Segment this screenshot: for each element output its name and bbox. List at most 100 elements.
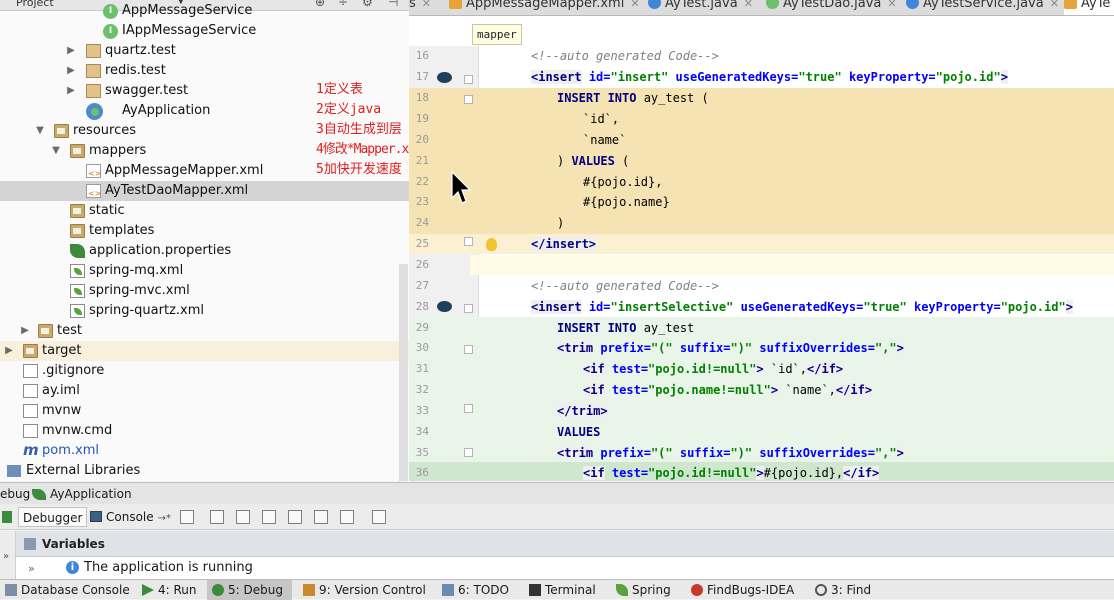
code-line[interactable]: <!--auto generated Code-->	[531, 279, 719, 293]
run-to-cursor-icon[interactable]	[340, 510, 354, 524]
code-line[interactable]: INSERT INTO ay_test	[557, 321, 694, 335]
mybatis-bean-icon[interactable]	[437, 301, 452, 312]
package-icon	[86, 44, 101, 58]
step-over-icon[interactable]	[210, 510, 224, 524]
tool-find[interactable]: 3: Find	[810, 580, 876, 600]
fold-marker-icon[interactable]	[464, 448, 473, 457]
package-icon	[86, 84, 101, 98]
debug-session-name[interactable]: AyApplication	[50, 483, 132, 505]
code-line[interactable]: <if test="pojo.id!=null">#{pojo.id},</if…	[583, 466, 880, 480]
rerun-icon[interactable]	[2, 511, 12, 523]
code-line[interactable]: <insert id="insertSelective" useGenerate…	[531, 300, 1073, 314]
tree-item-label: AppMessageService	[122, 3, 253, 18]
expand-arrow-icon[interactable]: ▶	[66, 41, 76, 61]
tree-item[interactable]: static	[0, 201, 409, 221]
tab-debugger[interactable]: Debugger	[18, 507, 88, 527]
tree-item[interactable]: External Libraries	[0, 461, 409, 481]
tree-item[interactable]: m pom.xml	[0, 441, 409, 461]
tab-console[interactable]: Console →*	[86, 507, 175, 527]
close-icon[interactable]: ✕	[887, 0, 896, 10]
tool-run[interactable]: 4: Run	[137, 580, 202, 600]
tab-label: s	[409, 0, 416, 11]
close-icon[interactable]: ✕	[1050, 0, 1059, 10]
tool-database-console[interactable]: Database Console	[0, 580, 135, 600]
tree-item[interactable]: ▶ quartz.test	[0, 41, 409, 61]
tree-item[interactable]: mvnw	[0, 401, 409, 421]
code-line[interactable]: #{pojo.name}	[583, 195, 670, 209]
fold-marker-icon[interactable]	[464, 237, 473, 246]
code-line[interactable]: </trim>	[557, 404, 608, 418]
expand-arrow-icon[interactable]: ▶	[20, 321, 30, 341]
expand-arrow-icon[interactable]: ▶	[66, 81, 76, 101]
tree-scrollbar[interactable]	[399, 264, 408, 481]
line-number: 28	[415, 300, 429, 313]
expand-arrow-icon[interactable]: ▶	[4, 341, 14, 361]
step-into-icon[interactable]	[236, 510, 250, 524]
breadcrumb[interactable]: mapper	[472, 24, 522, 45]
tree-item[interactable]: .gitignore	[0, 361, 409, 381]
step-out-icon[interactable]	[288, 510, 302, 524]
code-line[interactable]: #{pojo.id},	[583, 175, 662, 189]
tree-item[interactable]: ▶ test	[0, 321, 409, 341]
tab-aytest-java[interactable]: AyTest.java ✕	[648, 0, 753, 15]
collapse-arrow-icon[interactable]: ▼	[51, 141, 61, 161]
code-line[interactable]: <!--auto generated Code-->	[531, 49, 719, 63]
evaluate-expression-icon[interactable]	[372, 510, 386, 524]
lightbulb-icon[interactable]	[486, 238, 497, 251]
tree-item-selected[interactable]: AyTestDaoMapper.xml	[0, 181, 409, 204]
tree-item[interactable]: ▶ redis.test	[0, 61, 409, 81]
tree-item[interactable]: ay.iml	[0, 381, 409, 401]
collapse-arrow-icon[interactable]: ▼	[35, 121, 45, 141]
close-icon[interactable]: ✕	[422, 0, 431, 10]
tree-item[interactable]: templates	[0, 221, 409, 241]
fold-marker-icon[interactable]	[464, 304, 473, 313]
code-line[interactable]: `name`	[583, 133, 626, 147]
fold-marker-icon[interactable]	[464, 95, 473, 104]
code-line[interactable]: VALUES	[557, 425, 600, 439]
code-line[interactable]: ) VALUES (	[557, 154, 629, 168]
tab-aytestdao-java[interactable]: AyTestDao.java ✕	[766, 0, 897, 15]
tree-item[interactable]: spring-mvc.xml	[0, 281, 409, 301]
tab-aytestservice-java[interactable]: AyTestService.java ✕	[906, 0, 1059, 15]
tree-item[interactable]: spring-quartz.xml	[0, 301, 409, 321]
code-line[interactable]: <insert id="insert" useGeneratedKeys="tr…	[531, 70, 1008, 84]
tree-item[interactable]: mvnw.cmd	[0, 421, 409, 441]
code-line[interactable]: <if test="pojo.name!=null"> `name`,</if>	[583, 383, 873, 397]
expand-icon[interactable]: »	[3, 551, 9, 562]
show-execution-point-icon[interactable]	[180, 510, 194, 524]
mouse-pointer-icon	[451, 171, 471, 204]
code-line[interactable]: INSERT INTO ay_test (	[557, 91, 709, 105]
tab-appmessagemapper[interactable]: AppMessageMapper.xml ✕	[449, 0, 640, 15]
expand-arrow-icon[interactable]: ▶	[66, 61, 76, 81]
fold-marker-icon[interactable]	[464, 404, 473, 413]
tree-item[interactable]: I AppMessageService	[0, 1, 409, 21]
code-line[interactable]: <trim prefix="(" suffix=")" suffixOverri…	[557, 446, 904, 460]
code-line[interactable]: <trim prefix="(" suffix=")" suffixOverri…	[557, 341, 904, 355]
mybatis-bean-icon[interactable]	[437, 72, 452, 83]
tree-item[interactable]: application.properties	[0, 241, 409, 261]
expand-icon[interactable]: »	[28, 558, 35, 580]
force-step-into-icon[interactable]	[262, 510, 276, 524]
fold-marker-icon[interactable]	[464, 345, 473, 354]
line-number: 35	[415, 446, 429, 459]
tool-findbugs[interactable]: FindBugs-IDEA	[686, 580, 799, 600]
tab-active[interactable]: AyTe	[1064, 0, 1114, 15]
fold-marker-icon[interactable]	[464, 75, 473, 84]
code-line[interactable]: <if test="pojo.id!=null"> `id`,</if>	[583, 362, 844, 376]
tree-item[interactable]: spring-mq.xml	[0, 261, 409, 281]
code-line[interactable]: )	[557, 216, 564, 230]
tool-terminal[interactable]: Terminal	[524, 580, 601, 600]
tab-partial[interactable]: s ✕	[409, 0, 431, 15]
tool-spring[interactable]: Spring	[611, 580, 676, 600]
drop-frame-icon[interactable]	[314, 510, 328, 524]
tool-todo[interactable]: 6: TODO	[437, 580, 514, 600]
tool-version-control[interactable]: 9: Version Control	[298, 580, 431, 600]
tree-item[interactable]: I IAppMessageService	[0, 21, 409, 41]
close-icon[interactable]: ✕	[744, 0, 753, 10]
tool-debug[interactable]: 5: Debug	[207, 580, 292, 600]
code-line[interactable]: </insert>	[531, 237, 597, 251]
code-line[interactable]: `id`,	[583, 112, 619, 126]
spring-boot-icon	[32, 489, 46, 500]
close-icon[interactable]: ✕	[630, 0, 639, 10]
tree-item[interactable]: ▶ target	[0, 341, 409, 361]
